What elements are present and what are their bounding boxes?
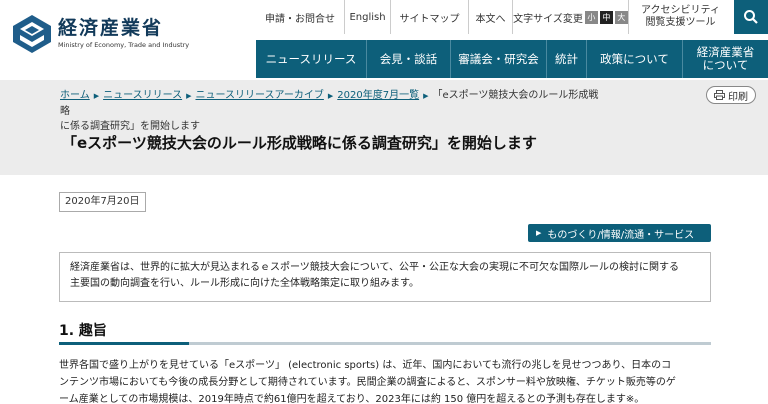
breadcrumb-month[interactable]: 2020年度7月一覧 [337, 90, 419, 101]
body-line1: 世界各国で盛り上がりを見せている「eスポーツ」 (electronic spor… [59, 360, 672, 371]
main-nav: ニュースリリース 会見・談話 審議会・研究会 統計 政策について 経済産業省 に… [256, 40, 768, 78]
font-size-small-button[interactable]: 小 [584, 10, 598, 24]
breadcrumb-arrow-icon: ▶ [186, 92, 192, 100]
inquiry-link[interactable]: 申請・お問合せ [256, 0, 344, 34]
breadcrumb-arrow-icon: ▶ [423, 92, 429, 100]
meti-logo-icon[interactable] [12, 14, 52, 54]
breadcrumb-arrow-icon: ▶ [93, 92, 100, 100]
brand-name-en: Ministry of Economy, Trade and Industry [58, 41, 190, 49]
nav-item-about-meti[interactable]: 経済産業省 について [682, 40, 768, 78]
release-date: 2020年7月20日 [59, 192, 146, 212]
page-title: 「eスポーツ競技大会のルール形成戦略に係る調査研究」を開始します [62, 134, 537, 152]
breadcrumb-home[interactable]: ホーム [60, 90, 90, 101]
summary-line2: 主要国の動向調査を行い、ルール形成に向けた全体戦略策定に取り組みます。 [70, 278, 419, 289]
category-tag-button[interactable]: ▶ ものづくり/情報/流通・サービス [528, 224, 711, 242]
site-header: 経済産業省 Ministry of Economy, Trade and Ind… [0, 0, 768, 80]
nav-item-news-release[interactable]: ニュースリリース [256, 40, 366, 78]
category-label: ものづくり/情報/流通・サービス [547, 229, 695, 241]
breadcrumb-archive[interactable]: ニュースリリースアーカイブ [195, 90, 323, 101]
search-button[interactable] [734, 0, 768, 34]
summary-line1: 経済産業省は、世界的に拡大が見込まれるｅスポーツ競技大会について、公平・公正な大… [70, 262, 679, 273]
body-line3: ーム産業としての市場規模は、2019年時点で約61億円を超えており、2023年に… [59, 394, 645, 404]
font-size-medium-button[interactable]: 中 [599, 10, 613, 24]
nav-about-line2: について [702, 58, 749, 72]
sitemap-link[interactable]: サイトマップ [390, 0, 468, 34]
breadcrumb-arrow-icon: ▶ [327, 92, 334, 100]
nav-item-councils[interactable]: 審議会・研究会 [450, 40, 546, 78]
breadcrumb-news[interactable]: ニュースリリース [103, 90, 182, 101]
font-size-label: 文字サイズ変更 [513, 13, 583, 25]
section-rule-accent [59, 342, 189, 345]
body-line2: ンテンツ市場においても今後の成長分野として期待されています。民間企業の調査による… [59, 377, 676, 388]
breadcrumb-area: ホーム ▶ ニュースリリース ▶ ニュースリリースアーカイブ ▶ 2020年度7月一覧 ▶ 「e… [0, 80, 768, 175]
section-body: 世界各国で盛り上がりを見せている「eスポーツ」 (electronic spor… [59, 357, 719, 404]
font-size-control: 文字サイズ変更 小 中 大 [512, 0, 628, 34]
print-button[interactable]: 印刷 [706, 86, 756, 104]
printer-icon [714, 90, 725, 100]
summary-box: 経済産業省は、世界的に拡大が見込まれるｅスポーツ競技大会について、公平・公正な大… [59, 252, 711, 302]
font-size-large-button[interactable]: 大 [614, 10, 628, 24]
accessibility-label-line1: アクセシビリティ [641, 5, 720, 16]
nav-item-press-conference[interactable]: 会見・談話 [366, 40, 450, 78]
accessibility-label-line2: 閲覧支援ツール [645, 17, 716, 28]
section-heading-purpose: 1. 趣旨 [59, 323, 107, 339]
site-logo-text[interactable]: 経済産業省 Ministry of Economy, Trade and Ind… [58, 18, 189, 49]
print-label: 印刷 [728, 91, 748, 103]
skip-to-content-link[interactable]: 本文へ [468, 0, 512, 34]
search-icon [744, 10, 758, 24]
nav-item-statistics[interactable]: 統計 [546, 40, 586, 78]
english-link[interactable]: English [344, 0, 390, 34]
nav-item-policy[interactable]: 政策について [586, 40, 682, 78]
brand-name-ja: 経済産業省 [58, 17, 164, 39]
section-rule [189, 342, 711, 345]
breadcrumb: ホーム ▶ ニュースリリース ▶ ニュースリリースアーカイブ ▶ 2020年度7月一覧 ▶ 「e… [60, 88, 600, 134]
accessibility-tool-link[interactable]: アクセシビリティ 閲覧支援ツール [628, 0, 732, 34]
category-arrow-icon: ▶ [536, 229, 542, 237]
